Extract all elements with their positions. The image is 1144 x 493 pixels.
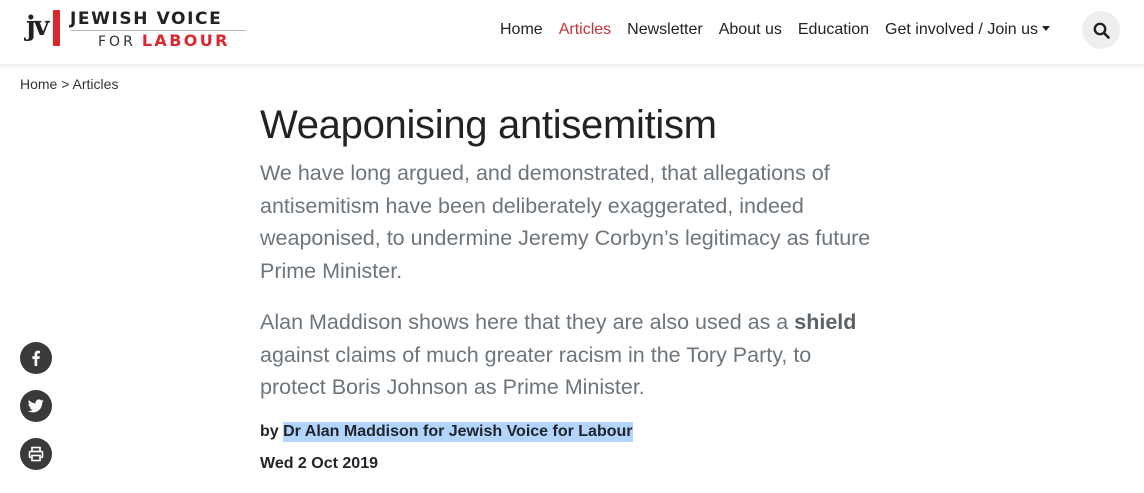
author-name[interactable]: Dr Alan Maddison for Jewish Voice for La… (283, 422, 633, 442)
article-date: Wed 2 Oct 2019 (260, 455, 378, 472)
article-byline: by Dr Alan Maddison for Jewish Voice for… (260, 422, 633, 442)
logo-labour: LABOUR (141, 30, 230, 50)
logo-mark: jv (26, 10, 66, 50)
facebook-icon (32, 350, 40, 366)
site-logo[interactable]: jv JEWISH VOICE FOR LABOUR (26, 8, 246, 50)
breadcrumb: Home > Articles (20, 76, 118, 92)
nav-get-involved-dropdown[interactable]: Get involved / Join us (877, 21, 1058, 39)
nav-about-us[interactable]: About us (711, 21, 790, 39)
breadcrumb-articles[interactable]: Articles (73, 76, 119, 92)
share-twitter-button[interactable] (20, 390, 52, 422)
article-lead-paragraph-1: We have long argued, and demonstrated, t… (260, 161, 871, 283)
article-lead-paragraph-2: Alan Maddison shows here that they are a… (260, 310, 857, 399)
breadcrumb-separator: > (57, 76, 73, 92)
search-icon (1093, 22, 1110, 39)
site-header: jv JEWISH VOICE FOR LABOUR Home Articles… (0, 0, 1144, 65)
nav-newsletter[interactable]: Newsletter (619, 21, 711, 39)
logo-title: JEWISH VOICE (70, 8, 223, 29)
breadcrumb-home[interactable]: Home (20, 76, 57, 92)
nav-education[interactable]: Education (790, 21, 877, 39)
print-button[interactable] (20, 438, 52, 470)
twitter-icon (28, 399, 44, 413)
nav-articles[interactable]: Articles (551, 21, 619, 39)
main-nav: Home Articles Newsletter About us Educat… (492, 0, 1058, 60)
emphasis-shield: shield (794, 310, 857, 334)
print-icon (28, 446, 44, 462)
nav-get-involved-label: Get involved / Join us (885, 21, 1039, 38)
article-title: Weaponising antisemitism (260, 103, 717, 147)
share-facebook-button[interactable] (20, 342, 52, 374)
nav-home[interactable]: Home (492, 21, 551, 39)
chevron-down-icon (1042, 26, 1051, 31)
logo-for: FOR (98, 33, 136, 50)
search-button[interactable] (1082, 11, 1120, 49)
